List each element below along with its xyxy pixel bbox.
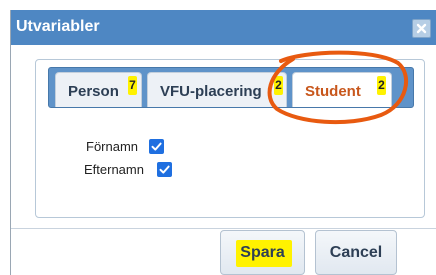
- tab-person[interactable]: Person 7: [55, 72, 142, 107]
- annotation-circle: [267, 50, 409, 125]
- field-label-fornamn: Förnamn: [86, 139, 139, 154]
- checkmark-icon: [159, 165, 170, 174]
- footer-divider: [11, 228, 436, 229]
- checkbox-efternamn[interactable]: [157, 162, 172, 177]
- save-button[interactable]: Spara: [220, 230, 305, 275]
- field-label-efternamn: Efternamn: [84, 162, 144, 177]
- cancel-button-label: Cancel: [329, 244, 383, 261]
- close-button[interactable]: [412, 19, 431, 38]
- checkmark-icon: [151, 142, 162, 151]
- tab-person-label: Person: [68, 83, 119, 100]
- checkbox-fornamn[interactable]: [149, 139, 164, 154]
- close-x-icon: [416, 23, 427, 34]
- tab-person-badge: 7: [128, 76, 137, 95]
- dialog-titlebar[interactable]: Utvariabler: [11, 10, 436, 45]
- save-button-label: Spara: [240, 244, 285, 261]
- cancel-button[interactable]: Cancel: [315, 230, 397, 275]
- tab-vfu-placering-label: VFU-placering: [160, 83, 262, 100]
- dialog-title: Utvariabler: [16, 18, 100, 35]
